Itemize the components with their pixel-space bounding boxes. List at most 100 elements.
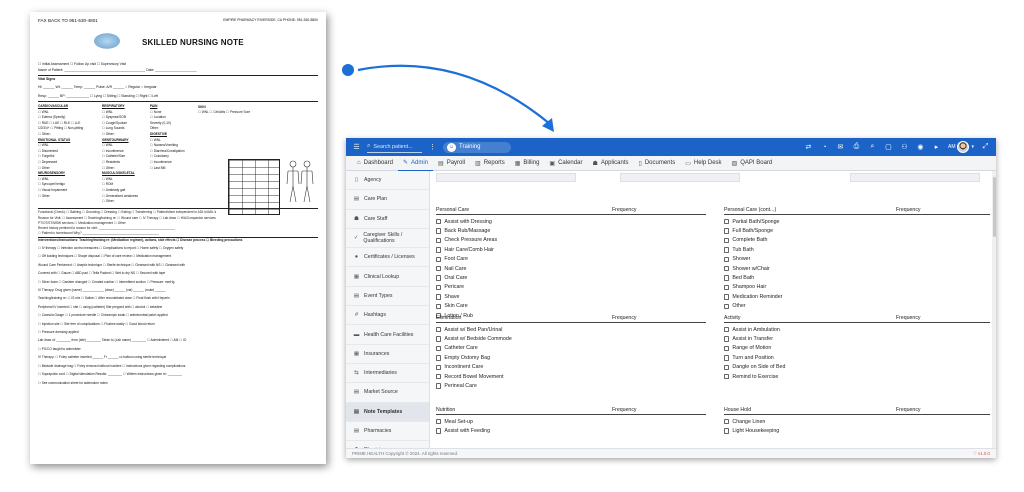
training-selector[interactable]: ☺ Training — [443, 141, 511, 153]
sidebar-item-pharmacies[interactable]: ▤ Pharmacies — [346, 422, 429, 442]
checkbox-row[interactable]: Bed Bath — [724, 273, 990, 282]
checkbox-row[interactable]: Turn and Position — [724, 353, 990, 362]
chat-icon[interactable]: ▢ — [884, 143, 893, 152]
checkbox[interactable] — [436, 256, 442, 262]
checkbox[interactable] — [724, 345, 730, 352]
checkbox-row[interactable]: Assist w/ Bedside Commode — [436, 334, 706, 343]
checkbox-row[interactable]: Other — [724, 302, 990, 311]
checkbox-row[interactable]: Skin Care — [436, 302, 706, 311]
scroll-thumb[interactable] — [992, 177, 996, 237]
sidebar-item-event-types[interactable]: ▤ Event Types — [346, 287, 429, 307]
checkbox-row[interactable]: Record Bowel Movement — [436, 372, 706, 381]
checkbox-row[interactable]: Shower w/Chair — [724, 264, 990, 273]
checkbox[interactable] — [436, 294, 442, 300]
user-menu[interactable]: AM ▾ — [948, 141, 974, 153]
sidebar-item-insurances[interactable]: ▦ Insurances — [346, 345, 429, 364]
checkbox-row[interactable]: Perineal Care — [436, 381, 706, 390]
checkbox[interactable] — [436, 383, 442, 389]
checkbox-row[interactable]: Pericare — [436, 283, 706, 292]
checkbox[interactable] — [436, 355, 442, 361]
checkbox[interactable] — [724, 219, 730, 225]
checkbox-row[interactable]: Remind to Exercise — [724, 372, 990, 381]
checkbox[interactable] — [436, 364, 442, 370]
tab-admin[interactable]: ✎ Admin — [397, 156, 434, 171]
checkbox[interactable] — [724, 247, 730, 253]
checkbox-row[interactable]: Meal Set-up — [436, 417, 706, 426]
sidebar-item-clinical-lookup[interactable]: ▦ Clinical Lookup — [346, 267, 429, 287]
fullscreen-icon[interactable]: ⤢ — [981, 143, 990, 152]
checkbox-row[interactable]: Full Bath/Sponge — [724, 226, 990, 235]
checkbox[interactable] — [724, 284, 730, 291]
checkbox-row[interactable]: Assist with Dressing — [436, 217, 706, 226]
checkbox-row[interactable]: Oral Care — [436, 273, 706, 282]
checkbox-row[interactable]: Nail Care — [436, 264, 706, 273]
checkbox[interactable] — [724, 294, 730, 300]
checkbox-row[interactable]: Change Linen — [724, 417, 990, 426]
video-icon[interactable]: ▸ — [932, 143, 941, 152]
search-input[interactable]: ⌕ Search patient... — [367, 142, 422, 153]
checkbox[interactable] — [436, 284, 442, 291]
checkbox[interactable] — [436, 265, 442, 272]
checkbox[interactable] — [724, 373, 730, 380]
sidebar-item-note-templates[interactable]: ▤ Note Templates — [346, 402, 429, 422]
checkbox-row[interactable]: Assist w/ Bed Pan/Urinal — [436, 325, 706, 334]
checkbox-row[interactable]: Range of Motion — [724, 344, 990, 353]
tab-documents[interactable]: ▯ Documents — [634, 156, 681, 171]
checkbox[interactable] — [724, 327, 730, 333]
tab-calendar[interactable]: ▣ Calendar — [544, 156, 587, 171]
checkbox[interactable] — [724, 419, 730, 425]
checkbox[interactable] — [436, 219, 442, 225]
checkbox[interactable] — [724, 355, 730, 361]
more-vertical-icon[interactable]: ⋮ — [428, 143, 437, 152]
checkbox[interactable] — [724, 428, 730, 434]
checkbox[interactable] — [436, 336, 442, 342]
bell-icon[interactable]: ◔ — [820, 143, 829, 152]
checkbox[interactable] — [436, 228, 442, 234]
checkbox[interactable] — [436, 275, 442, 281]
checkbox[interactable] — [724, 303, 730, 309]
sidebar-item-market-source[interactable]: ▤ Market Source — [346, 383, 429, 403]
tab-applicants[interactable]: ☗ Applicants — [587, 156, 633, 171]
sidebar-item-hashtags[interactable]: # Hashtags — [346, 306, 429, 326]
sidebar-item-agency[interactable]: ▯ Agency — [346, 171, 429, 191]
tab-payroll[interactable]: ▤ Payroll — [433, 156, 470, 171]
tab-dashboard[interactable]: ⌂ Dashboard — [352, 156, 398, 171]
checkbox-row[interactable]: Light Housekeeping — [724, 426, 990, 435]
search-icon[interactable]: ⌕ — [868, 143, 877, 152]
sidebar-item-certificates-licenses[interactable]: ● Certificates / Licenses — [346, 248, 429, 268]
camera-icon[interactable]: ◉ — [916, 143, 925, 152]
checkbox[interactable] — [436, 303, 442, 309]
checkbox-row[interactable]: Shave — [436, 292, 706, 301]
sidebar-item-care-staff[interactable]: ☗ Care Staff — [346, 210, 429, 229]
checkbox-row[interactable]: Partial Bath/Sponge — [724, 217, 990, 226]
checkbox-row[interactable]: Assist in Transfer — [724, 334, 990, 343]
checkbox[interactable] — [724, 228, 730, 234]
checkbox[interactable] — [724, 265, 730, 272]
checkbox-row[interactable]: Hair Care/Comb Hair — [436, 245, 706, 254]
checkbox-row[interactable]: Assist with Feeding — [436, 426, 706, 435]
checkbox-row[interactable]: Medication Reminder — [724, 292, 990, 301]
tab-help-desk[interactable]: ▭ Help Desk — [680, 156, 726, 171]
checkbox-row[interactable]: Complete Bath — [724, 236, 990, 245]
checkbox-row[interactable]: Dangle on Side of Bed — [724, 363, 990, 372]
sidebar-item-intermediaries[interactable]: ⇆ Intermediaries — [346, 364, 429, 384]
users-icon[interactable]: ⚇ — [900, 143, 909, 152]
tab-reports[interactable]: ▥ Reports — [470, 156, 510, 171]
checkbox[interactable] — [436, 419, 442, 425]
checkbox-row[interactable]: Check Pressure Areas — [436, 236, 706, 245]
checkbox-row[interactable]: Shower — [724, 255, 990, 264]
checkbox-row[interactable]: Catheter Care — [436, 344, 706, 353]
checkbox[interactable] — [436, 428, 442, 434]
checkbox-row[interactable]: Tub Bath — [724, 245, 990, 254]
switch-icon[interactable]: ⇄ — [804, 143, 813, 152]
printer-icon[interactable]: ⎙ — [852, 143, 861, 152]
checkbox[interactable] — [436, 327, 442, 333]
checkbox[interactable] — [724, 336, 730, 342]
checkbox[interactable] — [436, 237, 442, 244]
mail-icon[interactable]: ✉ — [836, 143, 845, 152]
checkbox[interactable] — [724, 256, 730, 262]
checkbox[interactable] — [436, 247, 442, 253]
checkbox-row[interactable]: Shampoo Hair — [724, 283, 990, 292]
sidebar-item-health-care-facilities[interactable]: ▬ Health Care Facilities — [346, 325, 429, 345]
checkbox[interactable] — [436, 345, 442, 352]
